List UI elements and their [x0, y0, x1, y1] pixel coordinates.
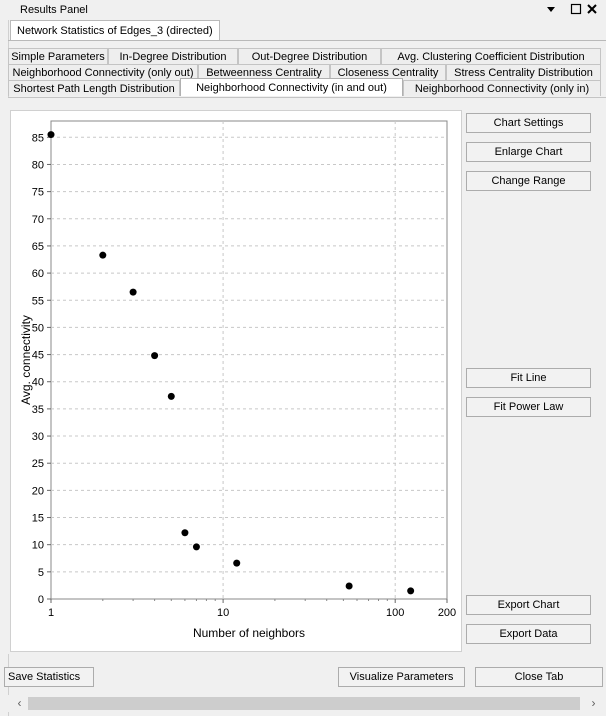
y-tick-label: 75 — [32, 187, 44, 199]
tab-out-degree-distribution[interactable]: Out-Degree Distribution — [238, 48, 381, 64]
x-tick-label: 200 — [438, 607, 456, 619]
data-point — [181, 529, 189, 537]
restore-icon-glyph — [570, 3, 582, 15]
tab-neighborhood-only-out[interactable]: Neighborhood Connectivity (only out) — [8, 64, 198, 80]
y-tick-label: 80 — [32, 159, 44, 171]
tab-stress-centrality[interactable]: Stress Centrality Distribution — [446, 64, 601, 80]
visualize-parameters-button[interactable]: Visualize Parameters — [338, 667, 465, 687]
data-point — [167, 392, 175, 400]
y-tick-label: 15 — [32, 513, 44, 525]
y-tick-label: 60 — [32, 268, 44, 280]
y-tick-label: 40 — [32, 377, 44, 389]
tab-in-degree-distribution[interactable]: In-Degree Distribution — [108, 48, 238, 64]
tab-neighborhood-in-and-out[interactable]: Neighborhood Connectivity (in and out) — [180, 78, 403, 96]
data-point — [407, 587, 415, 595]
fit-line-button[interactable]: Fit Line — [466, 368, 591, 388]
scatter-chart: 0 5 10 15 20 25 30 35 40 45 50 55 60 65 70 75 80 85 1 10 100… — [19, 120, 456, 640]
data-point — [99, 251, 107, 259]
x-axis-label: Number of neighbors — [193, 626, 305, 640]
panel-title-bar — [0, 0, 606, 20]
chart-panel: 0 5 10 15 20 25 30 35 40 45 50 55 60 65 70 75 80 85 1 10 100… — [10, 110, 462, 652]
panel-title: Results Panel — [20, 4, 88, 16]
save-statistics-button[interactable]: Save Statistics — [4, 667, 94, 687]
tab-network-statistics[interactable]: Network Statistics of Edges_3 (directed) — [10, 20, 220, 41]
data-point — [192, 543, 200, 551]
tab-avg-clustering[interactable]: Avg. Clustering Coefficient Distribution — [381, 48, 601, 64]
y-tick-label: 45 — [32, 350, 44, 362]
close-icon-glyph — [587, 4, 597, 14]
y-tick-label: 65 — [32, 241, 44, 253]
change-range-button[interactable]: Change Range — [466, 171, 591, 191]
tab-neighborhood-only-in[interactable]: Neighborhood Connectivity (only in) — [403, 80, 601, 96]
enlarge-chart-button[interactable]: Enlarge Chart — [466, 142, 591, 162]
export-data-button[interactable]: Export Data — [466, 624, 591, 644]
triangle-down-icon-glyph — [547, 7, 555, 12]
x-tick-label: 10 — [217, 607, 229, 619]
y-tick-label: 10 — [32, 540, 44, 552]
tab-shortest-path-length[interactable]: Shortest Path Length Distribution — [8, 80, 180, 96]
y-tick-label: 25 — [32, 458, 44, 470]
triangle-down-icon[interactable] — [544, 2, 558, 16]
x-tick-label: 100 — [386, 607, 404, 619]
plot-area — [50, 120, 448, 600]
y-tick-label: 70 — [32, 214, 44, 226]
y-tick-label: 55 — [32, 295, 44, 307]
data-point — [129, 288, 137, 296]
data-point — [233, 559, 241, 567]
y-tick-label: 5 — [38, 567, 44, 579]
chart-settings-button[interactable]: Chart Settings — [466, 113, 591, 133]
scroll-left-icon[interactable]: ‹ — [11, 695, 28, 712]
y-tick-label: 0 — [38, 594, 44, 606]
restore-icon[interactable] — [569, 2, 583, 16]
tab-divider — [8, 40, 606, 41]
scroll-right-icon[interactable]: › — [585, 695, 602, 712]
close-tab-button[interactable]: Close Tab — [475, 667, 603, 687]
close-icon[interactable] — [585, 2, 599, 16]
y-tick-label: 50 — [32, 322, 44, 334]
y-tick-label: 20 — [32, 485, 44, 497]
data-point — [345, 582, 353, 590]
export-chart-button[interactable]: Export Chart — [466, 595, 591, 615]
data-point — [47, 131, 55, 139]
y-tick-label: 35 — [32, 404, 44, 416]
scrollbar-thumb[interactable] — [28, 697, 580, 710]
y-tick-label: 30 — [32, 431, 44, 443]
fit-power-law-button[interactable]: Fit Power Law — [466, 397, 591, 417]
y-axis-label: Avg. connectivity — [19, 315, 33, 405]
y-tick-label: 85 — [32, 132, 44, 144]
tab-simple-parameters[interactable]: Simple Parameters — [8, 48, 108, 64]
x-tick-label: 1 — [48, 607, 54, 619]
data-point — [151, 352, 159, 360]
